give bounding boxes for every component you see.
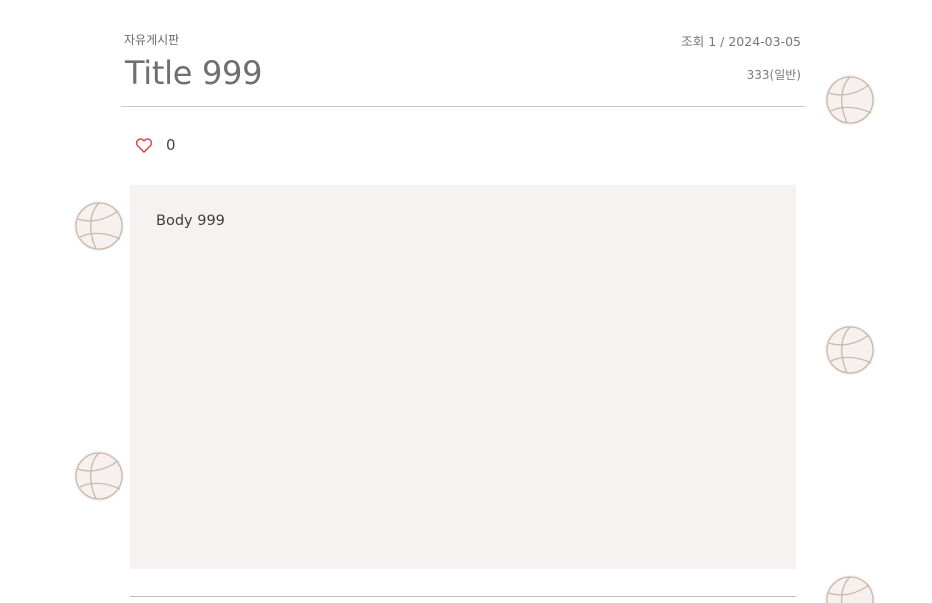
volleyball-icon xyxy=(825,575,875,603)
post-header: 자유게시판 Title 999 조회 1 / 2024-03-05 333(일반… xyxy=(121,0,805,107)
post-meta: 조회 1 / 2024-03-05 xyxy=(681,34,801,49)
post-title: Title 999 xyxy=(125,54,263,92)
post-detail-page: 자유게시판 Title 999 조회 1 / 2024-03-05 333(일반… xyxy=(0,0,932,603)
volleyball-icon xyxy=(74,201,124,251)
like-count: 0 xyxy=(166,136,176,154)
post-body-text: Body 999 xyxy=(156,213,225,229)
volleyball-icon xyxy=(825,325,875,375)
heart-outline-icon[interactable] xyxy=(134,135,154,155)
divider xyxy=(130,596,796,597)
post-author[interactable]: 333(일반) xyxy=(747,66,801,83)
volleyball-icon xyxy=(74,451,124,501)
volleyball-icon xyxy=(825,75,875,125)
post-body: Body 999 xyxy=(130,185,796,569)
like-row: 0 xyxy=(134,134,176,156)
board-category[interactable]: 자유게시판 xyxy=(124,31,179,48)
